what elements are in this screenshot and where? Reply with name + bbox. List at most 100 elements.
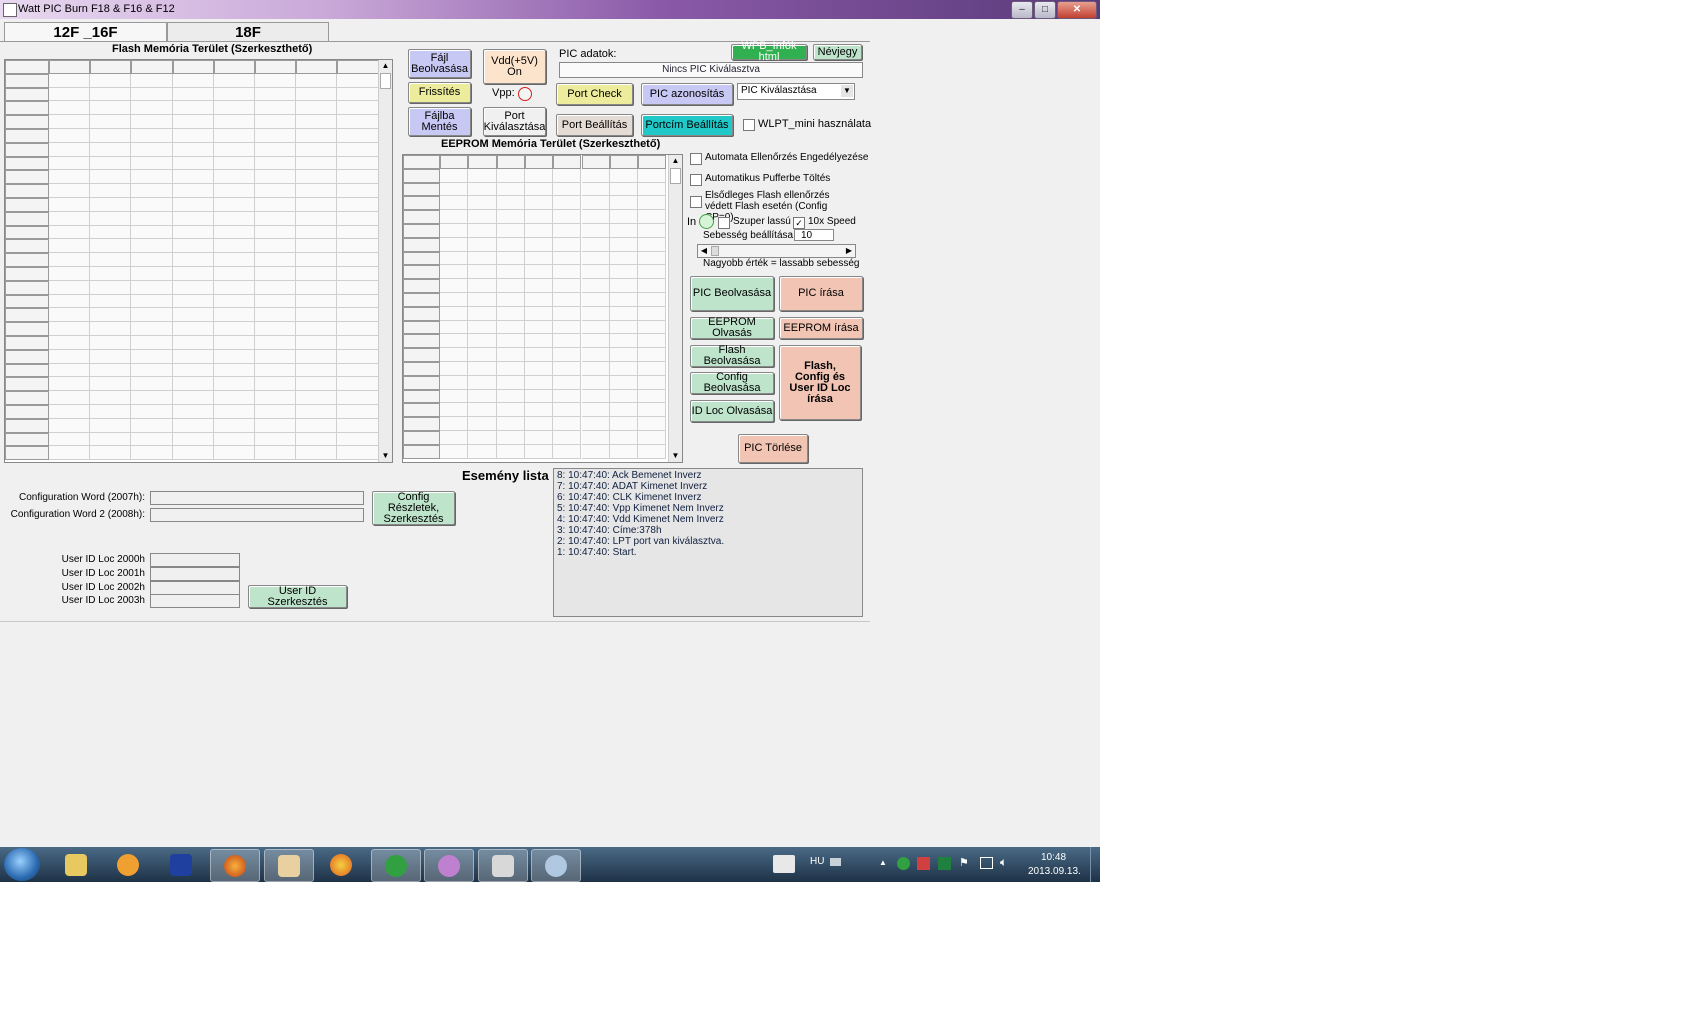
- keyboard-icon[interactable]: [830, 858, 841, 866]
- grid-cell[interactable]: [131, 142, 173, 157]
- taskbar-app-chrome[interactable]: [317, 849, 365, 880]
- grid-cell[interactable]: [337, 280, 379, 295]
- grid-cell[interactable]: [255, 198, 297, 212]
- grid-cell[interactable]: [496, 334, 525, 349]
- grid-cell[interactable]: [131, 156, 173, 171]
- grid-cell[interactable]: [255, 280, 297, 295]
- grid-cell[interactable]: [337, 308, 379, 323]
- grid-cell[interactable]: [131, 446, 173, 461]
- grid-cell[interactable]: [255, 115, 297, 129]
- grid-cell[interactable]: [337, 322, 379, 336]
- grid-cell[interactable]: [296, 418, 338, 433]
- grid-row-header[interactable]: [403, 293, 440, 307]
- grid-cell[interactable]: [131, 170, 173, 185]
- grid-cell[interactable]: [172, 294, 214, 309]
- grid-cell[interactable]: [49, 211, 91, 226]
- grid-cell[interactable]: [49, 253, 91, 267]
- grid-row-header[interactable]: [5, 267, 49, 281]
- grid-cell[interactable]: [172, 349, 214, 364]
- maximize-button[interactable]: □: [1034, 1, 1056, 19]
- grid-cell[interactable]: [440, 168, 469, 183]
- taskbar-app-media[interactable]: [104, 849, 152, 880]
- grid-column-header[interactable]: [255, 60, 297, 74]
- grid-cell[interactable]: [172, 225, 214, 240]
- grid-cell[interactable]: [609, 348, 639, 362]
- port-check-button[interactable]: Port Check: [556, 83, 633, 105]
- grid-cell[interactable]: [496, 362, 525, 376]
- grid-cell[interactable]: [524, 265, 554, 280]
- about-button[interactable]: Névjegy: [813, 44, 862, 60]
- grid-cell[interactable]: [172, 73, 214, 88]
- grid-cell[interactable]: [337, 349, 379, 364]
- grid-cell[interactable]: [440, 403, 469, 418]
- grid-cell[interactable]: [337, 294, 379, 309]
- grid-cell[interactable]: [609, 210, 639, 224]
- grid-cell[interactable]: [553, 403, 582, 418]
- grid-row-header[interactable]: [403, 444, 440, 459]
- grid-cell[interactable]: [213, 336, 255, 350]
- grid-row-header[interactable]: [5, 239, 49, 254]
- grid-cell[interactable]: [638, 265, 667, 280]
- grid-row-header[interactable]: [5, 156, 49, 171]
- grid-cell[interactable]: [553, 375, 582, 390]
- grid-cell[interactable]: [172, 418, 214, 433]
- grid-cell[interactable]: [337, 377, 379, 392]
- tab-12f-16f[interactable]: 12F _16F: [4, 22, 167, 42]
- grid-cell[interactable]: [172, 432, 214, 447]
- grid-cell[interactable]: [440, 293, 469, 307]
- grid-row-header[interactable]: [5, 253, 49, 267]
- grid-cell[interactable]: [496, 265, 525, 280]
- grid-row-header[interactable]: [5, 363, 49, 378]
- grid-cell[interactable]: [609, 362, 639, 376]
- network-icon[interactable]: [980, 857, 993, 869]
- grid-cell[interactable]: [440, 265, 469, 280]
- grid-cell[interactable]: [496, 237, 525, 252]
- grid-row-header[interactable]: [5, 129, 49, 143]
- eeprom-read-button[interactable]: EEPROM Olvasás: [690, 317, 774, 339]
- grid-cell[interactable]: [337, 142, 379, 157]
- grid-cell[interactable]: [337, 129, 379, 143]
- grid-cell[interactable]: [496, 210, 525, 224]
- grid-cell[interactable]: [440, 334, 469, 349]
- flag-icon[interactable]: ⚑: [959, 856, 969, 869]
- grid-cell[interactable]: [90, 349, 132, 364]
- primary-flash-checkbox[interactable]: [690, 196, 702, 208]
- grid-cell[interactable]: [255, 129, 297, 143]
- grid-cell[interactable]: [296, 170, 338, 185]
- grid-cell[interactable]: [440, 320, 469, 335]
- grid-cell[interactable]: [49, 405, 91, 419]
- port-settings-button[interactable]: Port Beállítás: [556, 114, 633, 136]
- grid-cell[interactable]: [581, 320, 610, 335]
- grid-cell[interactable]: [296, 239, 338, 254]
- grid-cell[interactable]: [49, 377, 91, 392]
- grid-cell[interactable]: [581, 306, 610, 321]
- grid-cell[interactable]: [468, 389, 497, 404]
- refresh-button[interactable]: Frissítés: [408, 82, 471, 103]
- grid-cell[interactable]: [524, 293, 554, 307]
- grid-cell[interactable]: [496, 293, 525, 307]
- grid-row-header[interactable]: [5, 418, 49, 433]
- grid-cell[interactable]: [296, 280, 338, 295]
- grid-cell[interactable]: [524, 224, 554, 238]
- grid-cell[interactable]: [131, 349, 173, 364]
- grid-row-header[interactable]: [403, 168, 440, 183]
- grid-cell[interactable]: [440, 224, 469, 238]
- grid-cell[interactable]: [553, 306, 582, 321]
- grid-cell[interactable]: [638, 210, 667, 224]
- grid-cell[interactable]: [296, 349, 338, 364]
- grid-cell[interactable]: [581, 431, 610, 445]
- grid-cell[interactable]: [337, 405, 379, 419]
- grid-cell[interactable]: [553, 265, 582, 280]
- grid-cell[interactable]: [90, 156, 132, 171]
- pic-read-button[interactable]: PIC Beolvasása: [690, 276, 774, 311]
- grid-cell[interactable]: [553, 182, 582, 197]
- grid-row-header[interactable]: [5, 349, 49, 364]
- port-select-button[interactable]: Port Kiválasztása: [483, 107, 546, 136]
- grid-cell[interactable]: [638, 279, 667, 293]
- grid-cell[interactable]: [213, 198, 255, 212]
- grid-cell[interactable]: [172, 363, 214, 378]
- userid-field-2003[interactable]: [150, 594, 240, 608]
- grid-cell[interactable]: [337, 418, 379, 433]
- userid-edit-button[interactable]: User ID Szerkesztés: [248, 585, 347, 608]
- grid-cell[interactable]: [296, 101, 338, 116]
